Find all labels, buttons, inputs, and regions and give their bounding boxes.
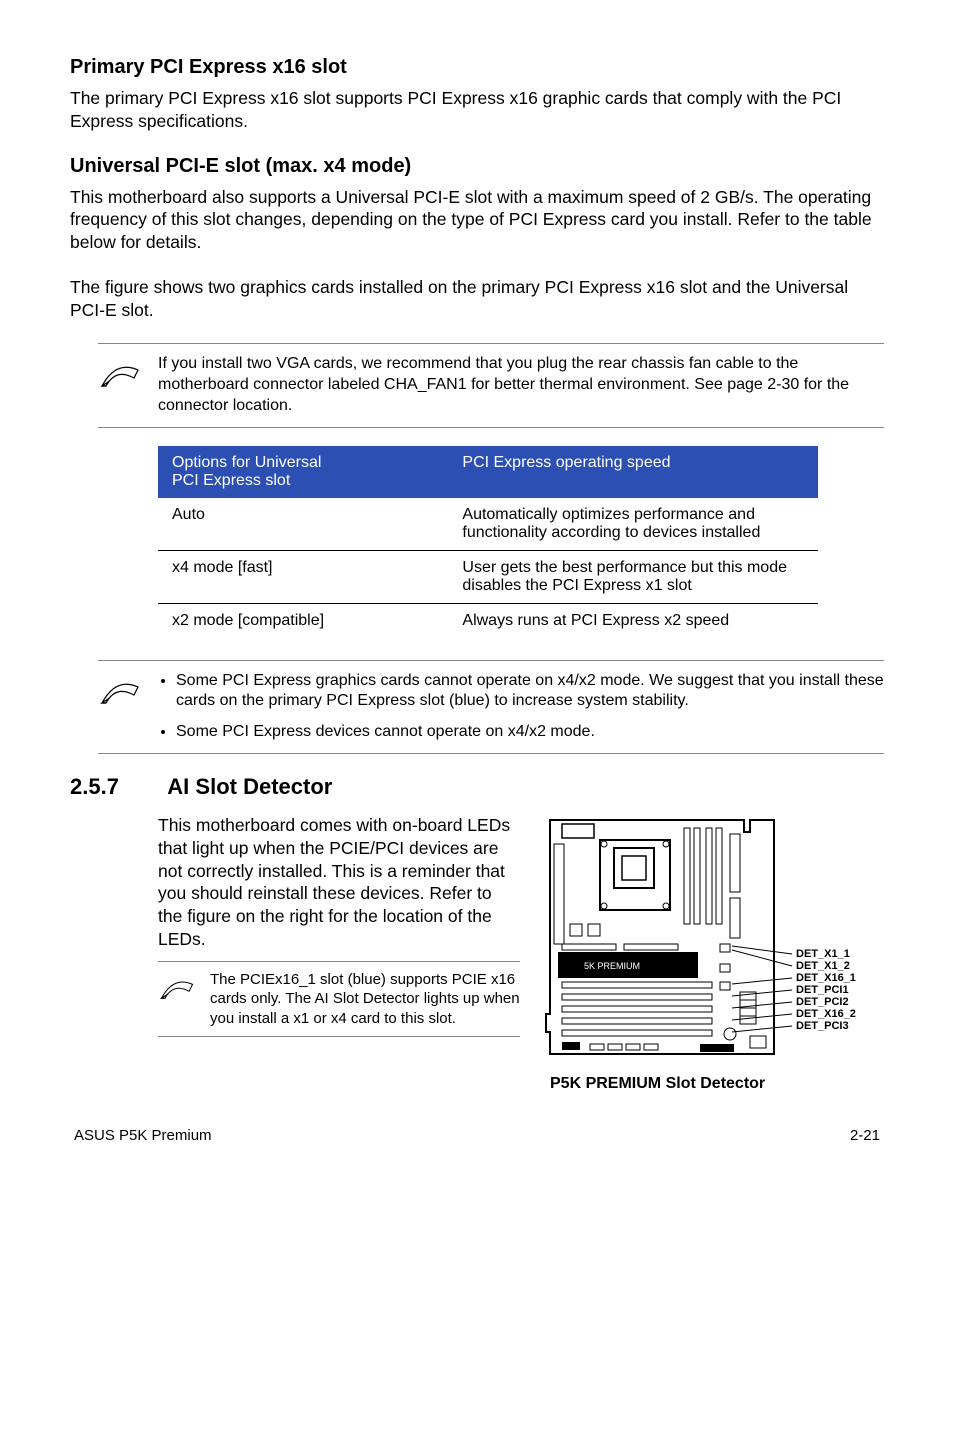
table-head-1: Options for Universal PCI Express slot [158,446,448,498]
svg-text:DET_X1_2: DET_X1_2 [796,960,850,972]
detector-left: This motherboard comes with on-board LED… [158,814,520,1037]
page-content: Primary PCI Express x16 slot The primary… [0,0,954,1174]
spec-table: Options for Universal PCI Express slot P… [158,446,818,650]
figure-caption: P5K PREMIUM Slot Detector [550,1075,884,1093]
svg-text:DET_X16_2: DET_X16_2 [796,1008,856,1020]
detector-body: This motherboard comes with on-board LED… [158,814,520,951]
note-text-2: Some PCI Express graphics cards cannot o… [158,671,884,743]
section-title: AI Slot Detector [167,774,332,799]
svg-text:5K PREMIUM: 5K PREMIUM [584,961,640,971]
footer-left: ASUS P5K Premium [74,1127,212,1144]
paragraph-primary: The primary PCI Express x16 slot support… [70,87,884,133]
detector-note-text: The PCIEx16_1 slot (blue) supports PCIE … [210,970,520,1029]
svg-text:DET_X16_1: DET_X16_1 [796,972,856,984]
board-figure: 5K PREMIUM [544,814,884,1093]
table-head-2: PCI Express operating speed [448,446,818,498]
pencil-icon [98,354,158,390]
table-cell: Always runs at PCI Express x2 speed [448,603,818,650]
table-row: x4 mode [fast] User gets the best perfor… [158,550,818,603]
note-2-item-1: Some PCI Express graphics cards cannot o… [176,671,884,713]
spec-table-wrap: Options for Universal PCI Express slot P… [158,446,818,650]
detector-row: This motherboard comes with on-board LED… [158,814,884,1093]
table-row: Auto Automatically optimizes performance… [158,498,818,551]
pencil-icon [98,671,158,707]
svg-text:DET_X1_1: DET_X1_1 [796,948,850,960]
note-block-1: If you install two VGA cards, we recomme… [98,343,884,427]
note-text-1: If you install two VGA cards, we recomme… [158,354,884,416]
table-cell: Auto [158,498,448,551]
heading-universal: Universal PCI-E slot (max. x4 mode) [70,155,884,178]
paragraph-universal-1: This motherboard also supports a Univers… [70,186,884,254]
table-cell: Automatically optimizes performance and … [448,498,818,551]
heading-primary: Primary PCI Express x16 slot [70,56,884,79]
pencil-icon [158,970,210,1029]
table-cell: x4 mode [fast] [158,550,448,603]
note-2-item-2: Some PCI Express devices cannot operate … [176,722,884,743]
paragraph-universal-2: The figure shows two graphics cards inst… [70,276,884,322]
svg-text:DET_PCI2: DET_PCI2 [796,996,849,1008]
table-row: x2 mode [compatible] Always runs at PCI … [158,603,818,650]
svg-text:DET_PCI3: DET_PCI3 [796,1020,849,1032]
footer-right: 2-21 [850,1127,880,1144]
detector-note: The PCIEx16_1 slot (blue) supports PCIE … [158,961,520,1038]
page-footer: ASUS P5K Premium 2-21 [70,1127,884,1144]
note-block-2: Some PCI Express graphics cards cannot o… [98,660,884,754]
table-cell: User gets the best performance but this … [448,550,818,603]
section-number: 2.5.7 [70,774,162,800]
svg-text:DET_PCI1: DET_PCI1 [796,984,849,996]
motherboard-diagram: 5K PREMIUM [544,814,884,1064]
section-heading: 2.5.7 AI Slot Detector [70,774,884,800]
table-cell: x2 mode [compatible] [158,603,448,650]
